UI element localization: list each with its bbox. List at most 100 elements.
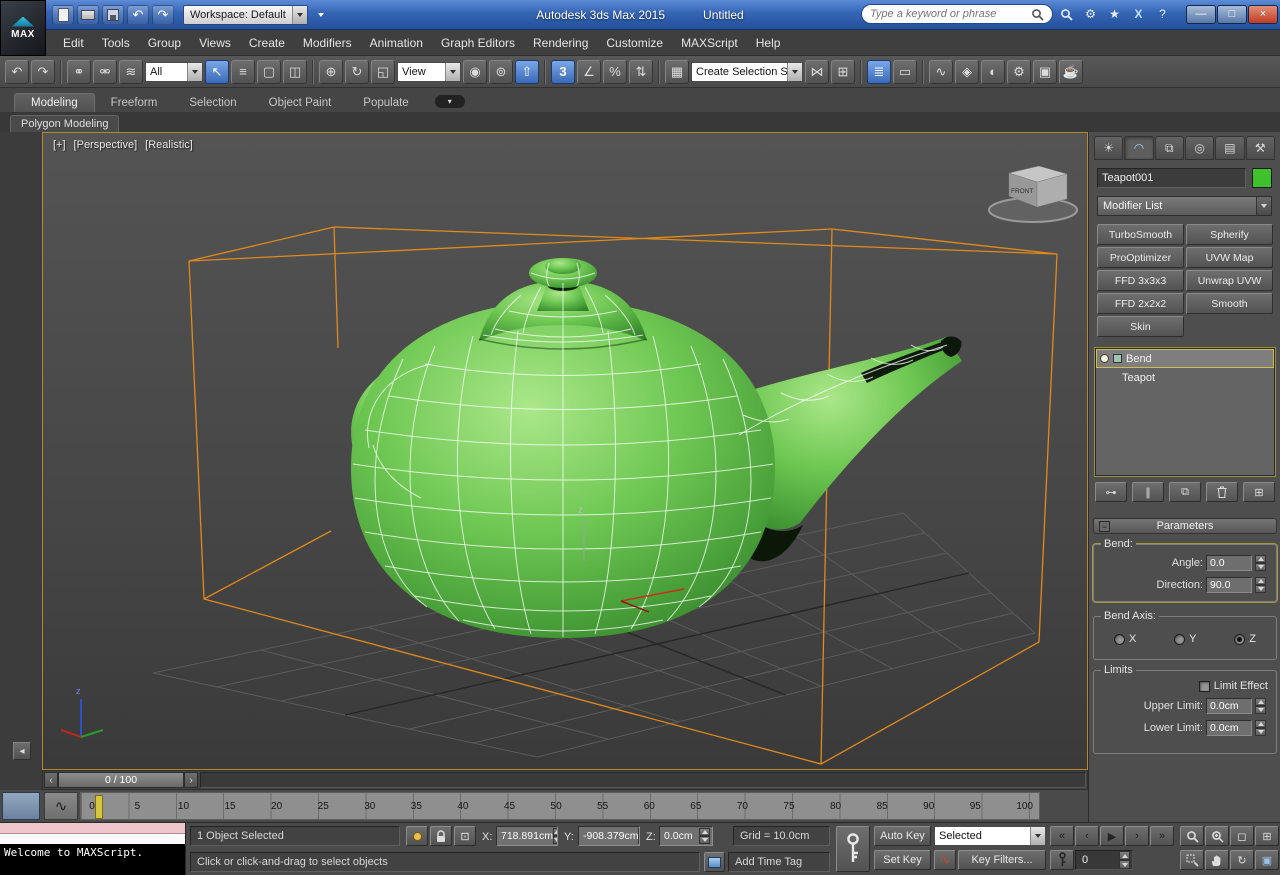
pan-view-button[interactable]: [1205, 850, 1229, 870]
ffd-2x2x2-button[interactable]: FFD 2x2x2: [1097, 293, 1184, 314]
select-and-scale-button[interactable]: ◱: [371, 60, 395, 84]
menu-create[interactable]: Create: [240, 30, 294, 55]
curve-editor-button[interactable]: ∿: [929, 60, 953, 84]
search-box[interactable]: [861, 4, 1053, 24]
search-settings-button[interactable]: [1056, 4, 1077, 24]
tab-motion[interactable]: ◎: [1185, 136, 1214, 160]
undo-scene-button[interactable]: ↶: [127, 5, 149, 25]
axis-z-radio[interactable]: [1234, 634, 1245, 645]
help-button[interactable]: ?: [1152, 4, 1173, 24]
redo-button[interactable]: ↷: [31, 60, 55, 84]
upper-limit-field[interactable]: 0.0cm: [1206, 698, 1252, 714]
render-setup-button[interactable]: ⚙: [1007, 60, 1031, 84]
chevron-down-icon[interactable]: [1256, 197, 1271, 215]
lock-selection-button[interactable]: [430, 826, 452, 846]
collapse-rollout-icon[interactable]: −: [1099, 521, 1110, 532]
open-mini-curve-editor-button[interactable]: ∿: [44, 792, 78, 820]
chevron-down-icon[interactable]: [1030, 827, 1045, 845]
menu-rendering[interactable]: Rendering: [524, 30, 597, 55]
uvw-map-button[interactable]: UVW Map: [1186, 247, 1273, 268]
menu-group[interactable]: Group: [139, 30, 190, 55]
previous-frame-button[interactable]: ‹: [1075, 826, 1099, 846]
modifier-enable-bulb-icon[interactable]: [1100, 354, 1109, 363]
make-unique-button[interactable]: ⧉: [1169, 482, 1201, 502]
polygon-modeling-panel-tab[interactable]: Polygon Modeling: [10, 115, 119, 132]
render-production-button[interactable]: ☕: [1059, 60, 1083, 84]
viewport-shading-menu[interactable]: [Realistic]: [145, 139, 193, 151]
frame-spinner[interactable]: [1119, 851, 1130, 869]
z-spinner[interactable]: [699, 828, 710, 844]
set-keys-button[interactable]: [836, 826, 870, 872]
select-and-move-button[interactable]: ⊕: [319, 60, 343, 84]
tab-display[interactable]: ▤: [1215, 136, 1244, 160]
axis-y-option[interactable]: Y: [1174, 633, 1196, 645]
ribbon-tab-freeform[interactable]: Freeform: [95, 94, 174, 112]
show-end-result-button[interactable]: ∥: [1132, 482, 1164, 502]
zoom-region-button[interactable]: [1180, 850, 1204, 870]
smooth-button[interactable]: Smooth: [1186, 293, 1273, 314]
pin-stack-button[interactable]: ⊶: [1095, 482, 1127, 502]
select-by-name-button[interactable]: ≡: [231, 60, 255, 84]
exchange-apps-button[interactable]: X: [1128, 4, 1149, 24]
track-bar-ruler[interactable]: 0 5 10 15 20 25 30 35 40 45 50 55 60 65 …: [80, 792, 1040, 820]
rendered-frame-window-button[interactable]: ▣: [1033, 60, 1057, 84]
time-slider-handle[interactable]: 0 / 100: [58, 772, 184, 788]
current-frame-marker[interactable]: [95, 795, 103, 819]
ribbon-tab-object-paint[interactable]: Object Paint: [253, 94, 348, 112]
minimize-button[interactable]: —: [1186, 5, 1216, 24]
maximize-button[interactable]: □: [1217, 5, 1247, 24]
menu-animation[interactable]: Animation: [361, 30, 432, 55]
time-tag-button[interactable]: [704, 852, 725, 872]
chevron-down-icon[interactable]: [787, 63, 802, 81]
ribbon-tab-selection[interactable]: Selection: [173, 94, 252, 112]
next-frame-nudge-button[interactable]: ›: [184, 772, 198, 788]
viewport-canvas[interactable]: z FRONT z: [43, 133, 1087, 769]
ffd-3x3x3-button[interactable]: FFD 3x3x3: [1097, 270, 1184, 291]
menu-views[interactable]: Views: [190, 30, 240, 55]
default-tangent-button[interactable]: ∿: [934, 850, 956, 870]
configure-modifier-sets-button[interactable]: ⊞: [1243, 482, 1275, 502]
object-color-swatch[interactable]: [1252, 168, 1272, 188]
angle-field[interactable]: 0.0: [1206, 555, 1252, 571]
menu-tools[interactable]: Tools: [93, 30, 139, 55]
window-crossing-toggle-button[interactable]: ◫: [283, 60, 307, 84]
time-slider[interactable]: ‹ 0 / 100 ›: [42, 770, 1088, 790]
previous-frame-nudge-button[interactable]: ‹: [44, 772, 58, 788]
zoom-extents-button[interactable]: ◻: [1230, 826, 1254, 846]
redo-scene-button[interactable]: ↷: [152, 5, 174, 25]
use-pivot-point-center-button[interactable]: ◉: [463, 60, 487, 84]
favorites-button[interactable]: ★: [1104, 4, 1125, 24]
chevron-down-icon[interactable]: [445, 63, 460, 81]
y-coordinate-field[interactable]: -908.379cm: [578, 826, 640, 846]
object-name-field[interactable]: Teapot001: [1097, 168, 1246, 188]
viewport-general-menu[interactable]: [+]: [53, 139, 66, 151]
selection-filter-combo[interactable]: All: [145, 62, 203, 82]
go-to-end-button[interactable]: »: [1150, 826, 1174, 846]
listener-pop-button[interactable]: ◂: [13, 742, 31, 760]
edit-named-selection-sets-button[interactable]: ▦: [665, 60, 689, 84]
rectangular-selection-region-button[interactable]: ▢: [257, 60, 281, 84]
trackbar-corner-button[interactable]: [2, 792, 40, 820]
select-and-rotate-button[interactable]: ↻: [345, 60, 369, 84]
percent-snap-button[interactable]: %: [603, 60, 627, 84]
tab-hierarchy[interactable]: ⧉: [1155, 136, 1184, 160]
key-mode-combo[interactable]: Selected: [934, 826, 1046, 846]
search-icon[interactable]: [1031, 8, 1044, 21]
axis-y-radio[interactable]: [1174, 634, 1185, 645]
unwrap-uvw-button[interactable]: Unwrap UVW: [1186, 270, 1273, 291]
axis-x-option[interactable]: X: [1114, 633, 1136, 645]
zoom-extents-all-button[interactable]: ⊞: [1255, 826, 1279, 846]
zoom-all-button[interactable]: [1205, 826, 1229, 846]
prooptimizer-button[interactable]: ProOptimizer: [1097, 247, 1184, 268]
mirror-button[interactable]: ⋈: [805, 60, 829, 84]
workspace-combo[interactable]: Workspace: Default: [183, 5, 308, 25]
time-slider-track[interactable]: [200, 772, 1086, 788]
remove-modifier-button[interactable]: [1206, 482, 1238, 502]
menu-modifiers[interactable]: Modifiers: [294, 30, 361, 55]
orbit-button[interactable]: ↻: [1230, 850, 1254, 870]
absolute-mode-button[interactable]: ⊡: [454, 826, 476, 846]
chevron-down-icon[interactable]: [187, 63, 202, 81]
modifier-list-combo[interactable]: Modifier List: [1097, 196, 1272, 216]
z-coordinate-field[interactable]: 0.0cm: [659, 826, 713, 846]
x-spinner[interactable]: [553, 828, 558, 844]
